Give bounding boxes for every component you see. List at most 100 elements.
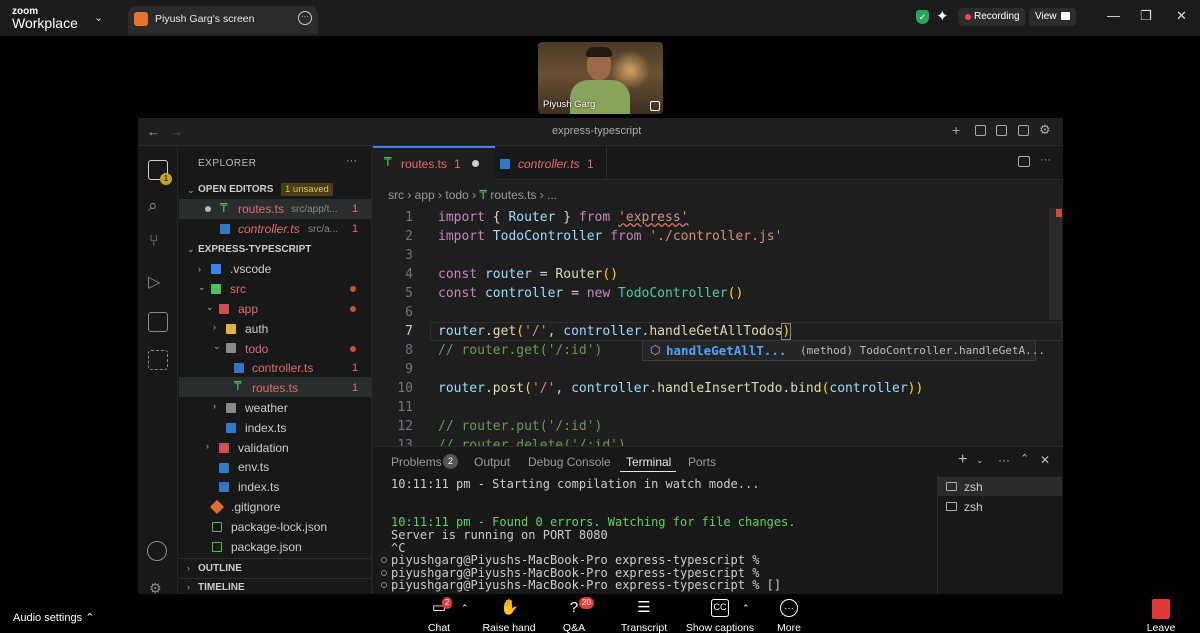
tree-item-index[interactable]: index.ts [238, 480, 279, 494]
code-line-7[interactable]: router.get('/', controller.handleGetAllT… [438, 323, 792, 340]
toggle-sidebar-icon[interactable] [975, 125, 986, 136]
timeline-header[interactable]: TIMELINE [198, 582, 245, 593]
close-panel-icon[interactable]: ✕ [1040, 453, 1050, 467]
more-options-icon[interactable]: ··· [298, 11, 312, 25]
breadcrumb-item[interactable]: routes.ts [490, 188, 536, 202]
tree-item-index[interactable]: index.ts [245, 421, 286, 435]
code-line-4[interactable]: const router = Router() [438, 267, 618, 282]
transcript-icon[interactable]: ☰ [635, 599, 653, 617]
chevron-down-icon[interactable]: ⌄ [206, 302, 214, 313]
unsaved-dot-icon[interactable] [472, 160, 479, 167]
minimize-icon[interactable]: — [1107, 8, 1120, 23]
chevron-up-icon[interactable]: ⌃ [85, 612, 94, 624]
remote-explorer-icon[interactable] [148, 312, 168, 332]
tree-item-weather[interactable]: weather [245, 401, 288, 415]
chevron-down-icon[interactable]: ⌄ [187, 244, 195, 255]
leave-icon[interactable] [1152, 599, 1170, 619]
editor-scrollbar[interactable] [1049, 208, 1062, 320]
settings-gear-icon[interactable]: ⚙ [1039, 122, 1051, 138]
breadcrumb-item[interactable]: app [415, 188, 435, 202]
code-line-8[interactable]: // router.get('/:id') [438, 343, 602, 358]
code-line-2[interactable]: import TodoController from './controller… [438, 229, 782, 244]
add-icon[interactable]: + [952, 122, 960, 138]
command-decoration-icon[interactable] [381, 570, 387, 576]
chevron-down-icon[interactable]: ⌄ [198, 282, 206, 293]
leave-button[interactable]: Leave [1121, 622, 1200, 633]
tree-item-src[interactable]: src [230, 282, 246, 296]
code-line-10[interactable]: router.post('/', controller.handleInsert… [438, 381, 923, 396]
tree-item-routes[interactable]: routes.ts [252, 381, 298, 395]
breadcrumb-item[interactable]: todo [445, 188, 468, 202]
chevron-down-icon[interactable]: ⌄ [187, 185, 195, 196]
chevron-down-icon[interactable]: ⌄ [94, 11, 103, 24]
modified-dot-icon[interactable] [205, 206, 211, 212]
more-actions-icon[interactable]: ··· [1040, 154, 1051, 166]
tab-terminal[interactable]: Terminal [626, 455, 671, 469]
toggle-secondary-sidebar-icon[interactable] [1018, 125, 1029, 136]
open-editors-header[interactable]: OPEN EDITORS [198, 184, 273, 195]
account-icon[interactable] [147, 541, 167, 561]
terminal-name[interactable]: zsh [964, 500, 983, 514]
toggle-panel-icon[interactable] [996, 125, 1007, 136]
tree-item-controller[interactable]: controller.ts [252, 361, 313, 375]
code-line-1[interactable]: import { Router } from 'express' [438, 210, 689, 225]
chat-button[interactable]: Chat [399, 622, 479, 633]
tree-item-package-lock[interactable]: package-lock.json [231, 520, 327, 534]
chevron-right-icon[interactable]: › [198, 264, 201, 274]
chevron-down-icon[interactable]: ⌄ [976, 455, 984, 466]
more-button[interactable]: More [749, 622, 829, 633]
tree-item-vscode[interactable]: .vscode [230, 262, 271, 276]
audio-settings-button[interactable]: Audio settings ⌃ [13, 611, 94, 624]
chevron-down-icon[interactable]: ⌄ [213, 341, 221, 352]
tab-debug-console[interactable]: Debug Console [528, 455, 611, 469]
captions-button[interactable]: Show captions [680, 622, 760, 633]
tab-ports[interactable]: Ports [688, 455, 716, 469]
forward-arrow-icon[interactable]: → [170, 124, 183, 139]
tree-item-gitignore[interactable]: .gitignore [231, 500, 280, 514]
transcript-button[interactable]: Transcript [604, 622, 684, 633]
code-line-5[interactable]: const controller = new TodoController() [438, 286, 743, 301]
command-decoration-icon[interactable] [381, 582, 387, 588]
restore-icon[interactable]: ❐ [1140, 8, 1152, 24]
more-icon[interactable]: ··· [780, 599, 798, 617]
tab-problems[interactable]: Problems [391, 455, 442, 469]
tree-item-app[interactable]: app [238, 302, 258, 316]
captions-icon[interactable]: CC [711, 599, 729, 617]
chevron-right-icon[interactable]: › [213, 401, 216, 411]
chevron-right-icon[interactable]: › [213, 322, 216, 332]
tab-output[interactable]: Output [474, 455, 510, 469]
tree-item-todo[interactable]: todo [245, 342, 268, 356]
new-terminal-icon[interactable]: + [958, 451, 967, 469]
breadcrumb-item[interactable]: ... [547, 188, 557, 202]
project-header[interactable]: EXPRESS-TYPESCRIPT [198, 244, 311, 255]
back-arrow-icon[interactable]: ← [147, 124, 160, 139]
code-line-12[interactable]: // router.put('/:id') [438, 419, 602, 434]
chevron-right-icon[interactable]: › [187, 563, 190, 573]
split-editor-icon[interactable] [1018, 156, 1030, 167]
tree-item-package-json[interactable]: package.json [231, 540, 302, 554]
more-actions-icon[interactable]: ··· [998, 453, 1010, 467]
ai-companion-icon[interactable]: ✦ [936, 7, 949, 25]
maximize-panel-icon[interactable]: ⌃ [1020, 452, 1029, 465]
tree-item-auth[interactable]: auth [245, 322, 268, 336]
code-line-13[interactable]: // router.delete('/:id') [438, 438, 626, 446]
chevron-up-icon[interactable]: ⌃ [461, 603, 469, 614]
terminal-line[interactable]: piyushgarg@Piyushs-MacBook-Pro express-t… [391, 578, 781, 592]
command-decoration-icon[interactable] [381, 557, 387, 563]
outline-header[interactable]: OUTLINE [198, 563, 242, 574]
close-icon[interactable]: ✕ [1176, 8, 1187, 24]
search-icon[interactable]: ⌕ [148, 196, 158, 216]
chevron-right-icon[interactable]: › [206, 441, 209, 451]
chevron-up-icon[interactable]: ⌃ [742, 603, 750, 614]
shield-icon[interactable]: ✓ [916, 10, 929, 24]
source-control-icon[interactable]: ⑂ [149, 233, 159, 251]
tree-item-validation[interactable]: validation [238, 441, 289, 455]
extensions-icon[interactable] [148, 350, 168, 370]
more-actions-icon[interactable]: ··· [346, 155, 357, 167]
chevron-right-icon[interactable]: › [187, 582, 190, 592]
raise-hand-icon[interactable]: ✋ [500, 599, 519, 617]
qa-button[interactable]: Q&A [534, 622, 614, 633]
tree-item-env[interactable]: env.ts [238, 460, 269, 474]
run-debug-icon[interactable]: ▷ [148, 272, 160, 292]
breadcrumb-item[interactable]: src [388, 188, 404, 202]
